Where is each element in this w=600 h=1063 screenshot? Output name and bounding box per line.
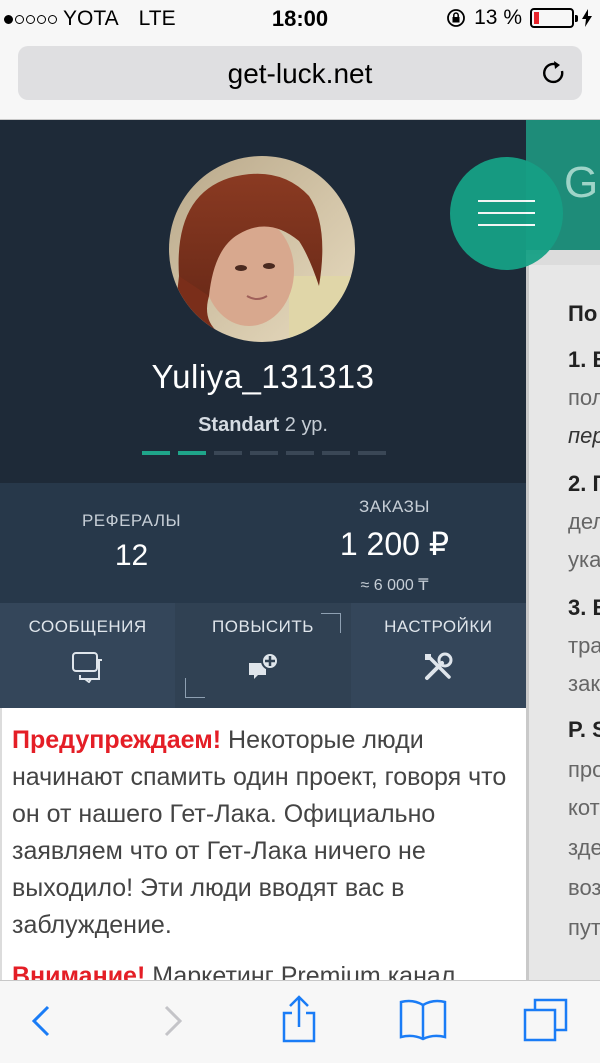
menu-button[interactable]	[450, 157, 563, 270]
background-text-line: 3. В	[568, 595, 600, 620]
warning-notice: Предупреждаем! Некоторые люди начинают с…	[0, 708, 526, 980]
battery-percent: 13 %	[474, 6, 522, 29]
user-level: Standart 2 ур.	[0, 414, 526, 437]
background-text-line: пол	[568, 385, 600, 410]
orders-label: ЗАКАЗЫ	[359, 497, 430, 516]
background-text-line: про	[568, 757, 600, 782]
orders-value: 1 200 ₽	[339, 526, 450, 562]
next-warning-label: Внимание!	[12, 962, 146, 980]
background-text-line: пер	[568, 423, 600, 448]
avatar[interactable]	[169, 156, 355, 342]
progress-segment	[214, 451, 242, 455]
background-header-letter: G	[564, 158, 599, 207]
warning-label: Предупреждаем!	[12, 726, 222, 754]
next-warning-text: Маркетинг Premium канал	[152, 962, 456, 980]
messages-button[interactable]: СООБЩЕНИЯ	[0, 603, 176, 708]
back-icon[interactable]	[26, 999, 56, 1043]
hamburger-icon	[478, 200, 535, 202]
progress-segment	[178, 451, 206, 455]
background-text-line: 1. В	[568, 347, 600, 372]
settings-label: НАСТРОЙКИ	[384, 617, 493, 636]
orders-stat[interactable]: ЗАКАЗЫ 1 200 ₽ ≈ 6 000 ₸	[263, 497, 526, 595]
web-page: G По 1. В пол пер 2. Г дел ука 3. В тра …	[0, 120, 600, 980]
username: Yuliya_131313	[151, 358, 375, 395]
action-bar: СООБЩЕНИЯ ПОВЫСИТЬ НАСТРОЙКИ	[0, 603, 526, 708]
settings-button[interactable]: НАСТРОЙКИ	[350, 603, 526, 708]
forward-icon[interactable]	[158, 999, 188, 1043]
referrals-value: 12	[114, 539, 149, 572]
charging-bolt-icon	[582, 9, 592, 27]
upgrade-icon	[248, 652, 279, 679]
next-notice: Внимание! Маркетинг Premium канал	[12, 958, 455, 980]
referrals-label: РЕФЕРАЛЫ	[81, 511, 182, 530]
messages-label: СООБЩЕНИЯ	[28, 617, 147, 636]
book-icon[interactable]	[398, 997, 448, 1041]
browser-toolbar	[0, 980, 600, 1063]
background-text-line: зак	[568, 671, 600, 696]
rotation-lock-icon	[447, 9, 466, 27]
level-number: 2 ур.	[284, 414, 328, 436]
profile-section: Yuliya_131313 Standart 2 ур.	[0, 120, 526, 483]
warning-text: Некоторые люди начинают спамить один про…	[12, 726, 507, 939]
upgrade-label: ПОВЫСИТЬ	[212, 617, 314, 636]
background-content: По 1. В пол пер 2. Г дел ука 3. В тра за…	[526, 265, 600, 980]
progress-segment	[358, 451, 386, 455]
background-text-line: 2. Г	[568, 471, 600, 496]
background-text-line: дел	[568, 509, 600, 534]
background-text-line: P. S	[568, 717, 600, 742]
chat-icon	[71, 652, 102, 683]
side-panel: Yuliya_131313 Standart 2 ур. РЕФЕРАЛЫ 12…	[0, 120, 526, 980]
url-text: get-luck.net	[227, 58, 373, 89]
level-progress	[142, 451, 386, 455]
tabs-icon[interactable]	[522, 997, 570, 1043]
progress-segment	[250, 451, 278, 455]
progress-segment	[142, 451, 170, 455]
browser-address-area: get-luck.net	[0, 38, 600, 120]
battery-info: 13 %	[446, 6, 592, 30]
status-bar: YOTA LTE 18:00 13 %	[0, 0, 600, 38]
level-name: Standart	[198, 414, 280, 436]
share-icon[interactable]	[279, 995, 319, 1045]
background-text-line: ука	[568, 547, 600, 572]
background-text-line: зде	[568, 835, 600, 860]
address-bar[interactable]: get-luck.net	[18, 46, 582, 100]
background-text-line: тра	[568, 633, 600, 658]
reload-icon[interactable]	[540, 59, 568, 87]
background-text-line: воз	[568, 875, 600, 900]
background-text-line: кот	[568, 795, 600, 820]
referrals-stat[interactable]: РЕФЕРАЛЫ 12	[0, 511, 263, 573]
progress-segment	[286, 451, 314, 455]
tools-icon	[425, 652, 453, 680]
stats-section: РЕФЕРАЛЫ 12 ЗАКАЗЫ 1 200 ₽ ≈ 6 000 ₸	[0, 483, 526, 603]
orders-converted: ≈ 6 000 ₸	[360, 577, 429, 594]
progress-segment	[322, 451, 350, 455]
upgrade-button[interactable]: ПОВЫСИТЬ	[175, 603, 351, 708]
battery-icon	[530, 8, 578, 28]
background-text-line: По	[568, 301, 598, 326]
background-text-line: пут	[568, 915, 600, 940]
corner-decoration	[185, 678, 206, 698]
